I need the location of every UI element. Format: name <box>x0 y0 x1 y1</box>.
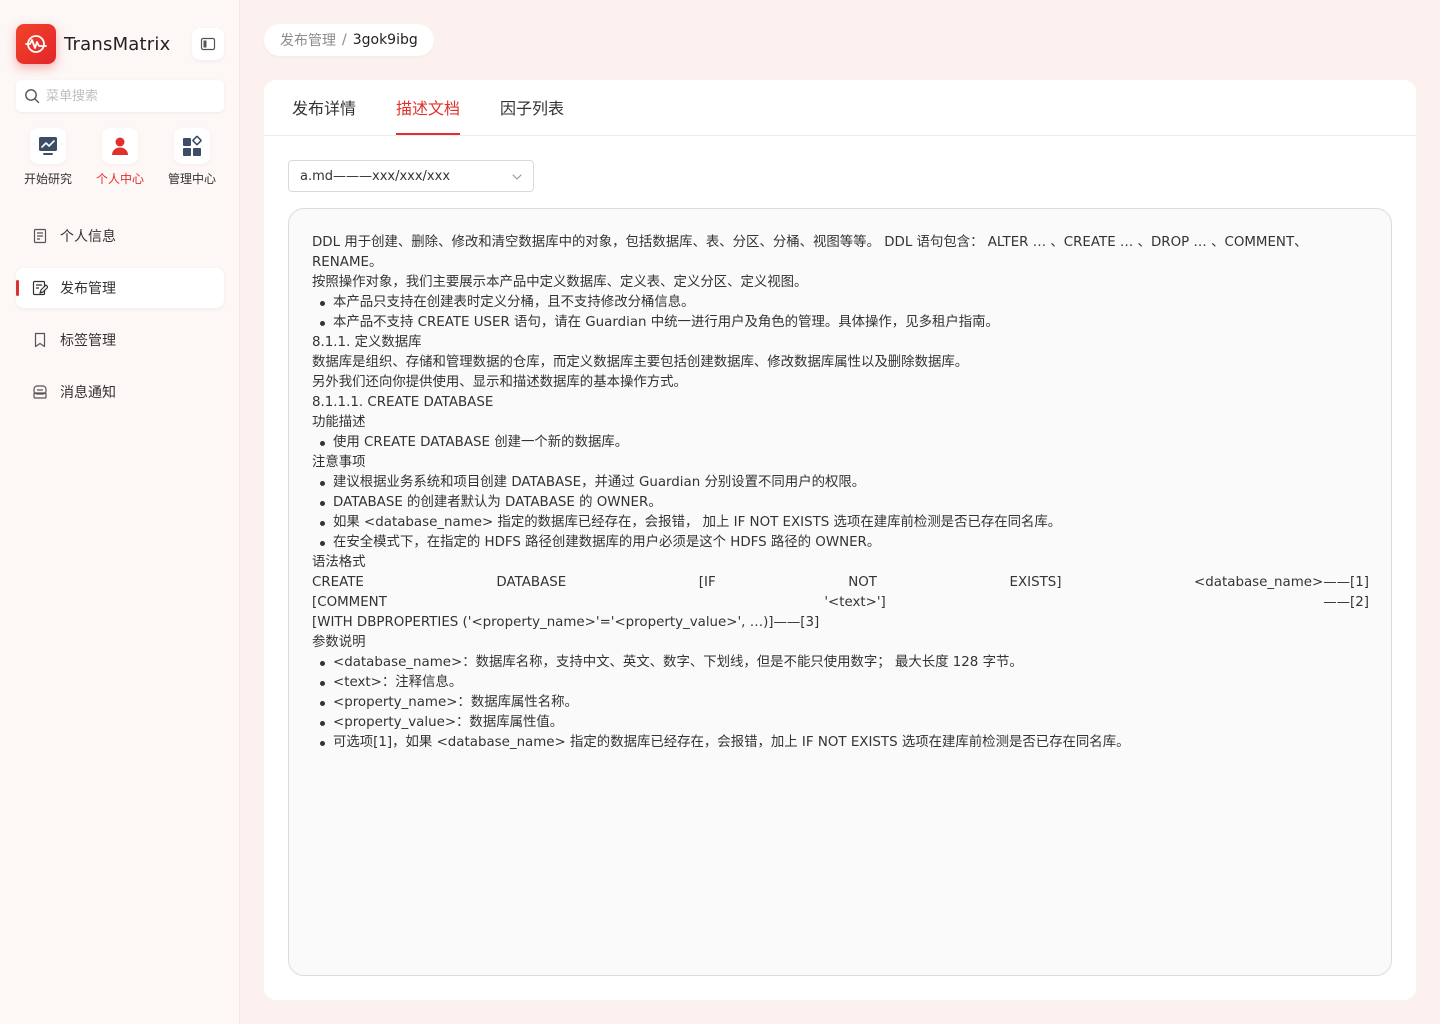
panel-toggle-icon <box>200 37 216 51</box>
sidebar-item-label: 发布管理 <box>60 281 116 297</box>
list-item: 本产品只支持在创建表时定义分桶，且不支持修改分桶信息。 <box>312 293 1369 313</box>
bookmark-icon <box>32 332 48 348</box>
side-menu: 个人信息 发布管理 标签管理 消息通知 <box>16 216 224 424</box>
sidebar-item-publish-management[interactable]: 发布管理 <box>16 268 224 308</box>
file-select[interactable]: a.md———xxx/xxx/xxx <box>288 160 534 192</box>
menu-search <box>16 80 224 112</box>
tab-description-doc[interactable]: 描述文档 <box>396 79 461 135</box>
app-name: TransMatrix <box>64 33 171 55</box>
profile-doc-icon <box>32 228 48 244</box>
doc-heading: 8.1.1. 定义数据库 <box>312 335 422 350</box>
main-panel: 发布详情 描述文档 因子列表 a.md———xxx/xxx/xxx DDL 用于… <box>264 80 1416 1000</box>
quick-nav-research[interactable]: 开始研究 <box>12 128 84 188</box>
doc-heading: 8.1.1.1. CREATE DATABASE <box>312 395 494 410</box>
quick-nav-personal-center[interactable]: 个人中心 <box>84 128 156 188</box>
doc-paragraph: 另外我们还向你提供使用、显示和描述数据库的基本操作方式。 <box>312 375 687 390</box>
list-item: 在安全模式下，在指定的 HDFS 路径创建数据库的用户必须是这个 HDFS 路径… <box>312 533 1369 553</box>
chart-monitor-icon <box>39 137 57 155</box>
list-item: <property_name>：数据库属性名称。 <box>312 693 1369 713</box>
list-item: <database_name>：数据库名称，支持中文、英文、数字、下划线，但是不… <box>312 653 1369 673</box>
list-item: DATABASE 的创建者默认为 DATABASE 的 OWNER。 <box>312 493 1369 513</box>
sidebar-collapse-button[interactable] <box>192 28 224 60</box>
publish-edit-icon <box>32 280 48 296</box>
user-icon <box>112 137 128 155</box>
chevron-down-icon <box>512 174 522 180</box>
sidebar-item-personal-info[interactable]: 个人信息 <box>16 216 224 256</box>
sidebar-item-tag-management[interactable]: 标签管理 <box>16 320 224 360</box>
list-item: 使用 CREATE DATABASE 创建一个新的数据库。 <box>312 433 1369 453</box>
quick-icon-box <box>102 128 138 164</box>
sidebar: TransMatrix 开始研究 <box>0 0 240 1024</box>
list-item: 本产品不支持 CREATE USER 语句，请在 Guardian 中统一进行用… <box>312 313 1369 333</box>
apps-grid-icon <box>183 135 202 156</box>
list-item: <text>：注释信息。 <box>312 673 1369 693</box>
doc-subheading: 参数说明 <box>312 635 366 650</box>
quick-nav-admin-center[interactable]: 管理中心 <box>156 128 228 188</box>
doc-subheading: 注意事项 <box>312 455 366 470</box>
quick-nav-label: 管理中心 <box>167 172 216 186</box>
syntax-line: CREATE DATABASE [IF NOT EXISTS] <databas… <box>312 575 1369 590</box>
quick-icon-box <box>30 128 66 164</box>
pulse-logo-icon <box>25 35 47 53</box>
breadcrumb: 发布管理 / 3gok9ibg <box>264 24 434 56</box>
doc-paragraph: DDL 用于创建、删除、修改和清空数据库中的对象，包括数据库、表、分区、分桶、视… <box>312 235 1308 270</box>
list-item: 建议根据业务系统和项目创建 DATABASE，并通过 Guardian 分别设置… <box>312 473 1369 493</box>
file-select-value: a.md———xxx/xxx/xxx <box>300 168 451 184</box>
syntax-line: [WITH DBPROPERTIES ('<property_name>'='<… <box>312 615 820 630</box>
search-input[interactable] <box>46 88 216 104</box>
sidebar-item-label: 个人信息 <box>60 229 116 245</box>
doc-subheading: 功能描述 <box>312 415 366 430</box>
tab-bar: 发布详情 描述文档 因子列表 <box>264 80 1416 136</box>
doc-subheading: 语法格式 <box>312 555 366 570</box>
list-item: <property_value>：数据库属性值。 <box>312 713 1369 733</box>
quick-icon-box <box>174 128 210 164</box>
doc-paragraph: 数据库是组织、存储和管理数据的仓库，而定义数据库主要包括创建数据库、修改数据库属… <box>312 355 969 370</box>
brand: TransMatrix <box>16 24 224 64</box>
quick-nav-label: 个人中心 <box>95 172 144 186</box>
message-icon <box>32 384 48 400</box>
tab-factor-list[interactable]: 因子列表 <box>500 79 564 135</box>
syntax-line: [COMMENT '<text>'] ——[2] <box>312 595 1369 610</box>
quick-nav: 开始研究 个人中心 管理中心 <box>12 128 228 188</box>
app-logo[interactable] <box>16 24 56 64</box>
sidebar-item-notifications[interactable]: 消息通知 <box>16 372 224 412</box>
sidebar-item-label: 消息通知 <box>60 385 116 401</box>
list-item: 可选项[1]，如果 <database_name> 指定的数据库已经存在，会报错… <box>312 733 1369 753</box>
sidebar-item-label: 标签管理 <box>60 333 116 349</box>
tab-publish-details[interactable]: 发布详情 <box>292 79 356 135</box>
quick-nav-label: 开始研究 <box>23 172 72 186</box>
breadcrumb-parent-link[interactable]: 发布管理 <box>280 30 336 50</box>
doc-paragraph: 按照操作对象，我们主要展示本产品中定义数据库、定义表、定义分区、定义视图。 <box>312 275 808 290</box>
search-icon <box>25 89 40 104</box>
list-item: 如果 <database_name> 指定的数据库已经存在，会报错， 加上 IF… <box>312 513 1369 533</box>
breadcrumb-separator: / <box>342 32 347 48</box>
markdown-viewer: DDL 用于创建、删除、修改和清空数据库中的对象，包括数据库、表、分区、分桶、视… <box>288 208 1392 976</box>
breadcrumb-current: 3gok9ibg <box>352 32 418 48</box>
